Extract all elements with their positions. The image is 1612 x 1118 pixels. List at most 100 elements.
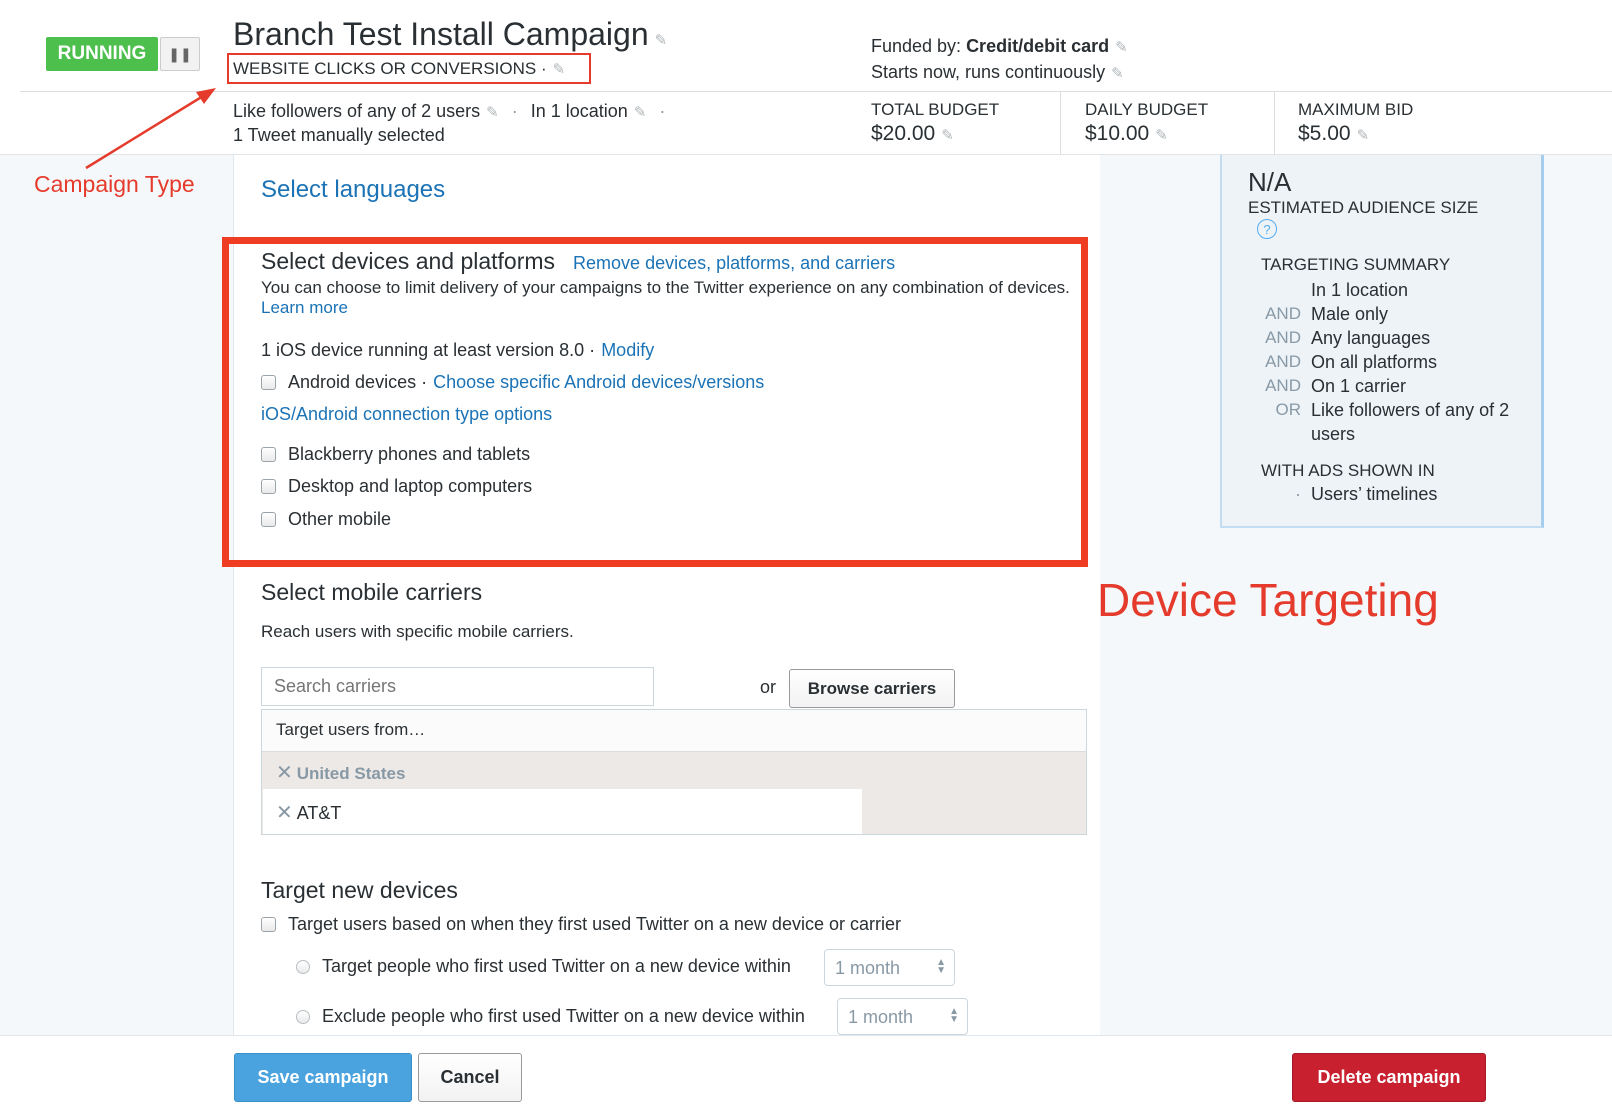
select-arrows-icon: ▲ ▼ [949,1006,959,1025]
pencil-icon[interactable]: ✎ [1357,126,1370,144]
close-icon[interactable]: ✕ [276,802,293,824]
other-mobile-label: Other mobile [288,509,392,529]
devices-description: You can choose to limit delivery of your… [261,278,1081,318]
android-devices-link[interactable]: Choose specific Android devices/versions [433,372,764,393]
audience-panel: N/A ESTIMATED AUDIENCE SIZE ? TARGETING … [1220,155,1544,528]
android-checkbox[interactable] [261,375,276,390]
pause-icon: ❚❚ [168,45,192,62]
pencil-icon[interactable]: ✎ [486,101,499,124]
status-running-badge[interactable]: RUNNING [46,37,158,71]
other-mobile-row: Other mobile [261,509,391,530]
summary-operator [1261,278,1311,302]
with-ads-value: Users’ timelines [1311,484,1438,504]
pencil-icon[interactable]: ✎ [553,60,566,78]
connection-type-link[interactable]: iOS/Android connection type options [261,404,552,425]
other-mobile-checkbox[interactable] [261,512,276,527]
annotation-campaign-type: Campaign Type [34,171,195,197]
select-arrows-icon: ▲ ▼ [936,957,946,976]
country-item: ✕ United States [276,760,405,785]
target-new-device-label: Target people who first used Twitter on … [322,956,791,976]
carriers-description: Reach users with specific mobile carrier… [261,622,574,641]
with-ads-bullet: · [1295,484,1301,504]
target-new-device-radio[interactable] [296,959,310,974]
exclude-new-device-radio[interactable] [296,1009,310,1024]
exclude-new-device-label: Exclude people who first used Twitter on… [322,1006,805,1026]
target-period-select[interactable]: 1 month ▲ ▼ [824,949,955,986]
with-ads-row: · Users’ timelines [1261,484,1437,505]
blackberry-checkbox[interactable] [261,447,276,462]
targeting-followers: Like followers of any of 2 users [233,101,481,121]
delete-campaign-button[interactable]: Delete campaign [1292,1053,1486,1102]
summary-row: AND On 1 carrier [1261,374,1541,398]
audience-size-label: ESTIMATED AUDIENCE SIZE [1248,198,1479,217]
total-budget: TOTAL BUDGET $20.00 ✎ [871,100,999,146]
target-users-box: Target users from… ✕ United States ✕ AT&T [261,709,1087,835]
daily-budget-label: DAILY BUDGET [1085,100,1209,119]
pencil-icon[interactable]: ✎ [655,31,668,49]
pencil-icon[interactable]: ✎ [941,126,954,144]
country-label: United States [296,764,406,783]
pencil-icon[interactable]: ✎ [1115,36,1128,60]
cancel-button[interactable]: Cancel [418,1053,522,1102]
left-gutter [0,155,233,1035]
tweets-selected: 1 Tweet manually selected [233,125,445,145]
save-campaign-button[interactable]: Save campaign [234,1053,412,1102]
budget-divider [1060,91,1061,155]
remove-devices-link[interactable]: Remove devices, platforms, and carriers [573,253,895,274]
campaign-type: WEBSITE CLICKS OR CONVERSIONS · ✎ [233,59,565,79]
or-label: or [760,677,777,697]
pencil-icon[interactable]: ✎ [1155,126,1168,144]
new-devices-row: Target users based on when they first us… [261,914,901,935]
pause-button[interactable]: ❚❚ [160,37,200,71]
summary-row: AND Any languages [1261,326,1541,350]
learn-more-link[interactable]: Learn more [261,298,348,317]
summary-operator: AND [1265,352,1301,371]
summary-operator: AND [1265,304,1301,323]
targeting-overview: Like followers of any of 2 users ✎ · In 1… [233,101,666,145]
summary-operator: AND [1265,376,1301,395]
desktop-label: Desktop and laptop computers [288,476,533,496]
targeting-summary-title: TARGETING SUMMARY [1261,255,1451,274]
campaign-title-text: Branch Test Install Campaign [233,16,649,52]
header-divider [20,91,1612,92]
max-bid: MAXIMUM BID $5.00 ✎ [1298,100,1413,146]
pencil-icon[interactable]: ✎ [634,101,647,124]
campaign-title: Branch Test Install Campaign ✎ [233,16,667,53]
new-devices-checkbox[interactable] [261,917,276,932]
carriers-title: Select mobile carriers [261,579,483,605]
summary-value: On 1 carrier [1311,376,1407,396]
with-ads-title: WITH ADS SHOWN IN [1261,461,1435,480]
pencil-icon[interactable]: ✎ [1111,62,1124,86]
carrier-label: AT&T [296,803,342,823]
exclude-period-select[interactable]: 1 month ▲ ▼ [837,998,968,1035]
desktop-checkbox[interactable] [261,479,276,494]
funded-value: Credit/debit card [966,36,1110,56]
audience-size: N/A [1248,167,1292,197]
help-icon[interactable]: ? [1257,219,1277,239]
max-bid-label: MAXIMUM BID [1298,100,1414,119]
search-carriers-input[interactable] [261,667,654,706]
close-icon[interactable]: ✕ [276,762,293,784]
campaign-header: RUNNING ❚❚ Branch Test Install Campaign ✎… [0,0,1612,155]
browse-carriers-button[interactable]: Browse carriers [789,669,955,708]
blackberry-label: Blackberry phones and tablets [288,444,531,464]
new-devices-label: Target users based on when they first us… [288,914,901,934]
budget-divider [1274,91,1275,155]
target-new-device-row: Target people who first used Twitter on … [296,956,791,977]
daily-budget-value: $10.00 [1085,122,1150,145]
schedule-text: Starts now, runs continuously [871,62,1106,82]
devices-heading: Select devices and platforms Remove devi… [261,248,895,275]
summary-value: Any languages [1311,328,1431,348]
funding-info: Funded by: Credit/debit card ✎ Starts now… [871,34,1128,86]
devices-title: Select devices and platforms [261,248,556,274]
summary-value: On all platforms [1311,352,1438,372]
select-languages-link[interactable]: Select languages [261,176,445,204]
funded-label: Funded by: [871,36,967,56]
summary-value: Male only [1311,304,1389,324]
ios-device-row: 1 iOS device running at least version 8.… [261,340,654,361]
new-devices-title: Target new devices [261,877,458,903]
exclude-period-value: 1 month [848,1007,914,1027]
modify-link[interactable]: Modify [601,340,654,361]
android-row: Android devices · Choose specific Androi… [261,372,764,393]
summary-row: AND On all platforms [1261,350,1541,374]
